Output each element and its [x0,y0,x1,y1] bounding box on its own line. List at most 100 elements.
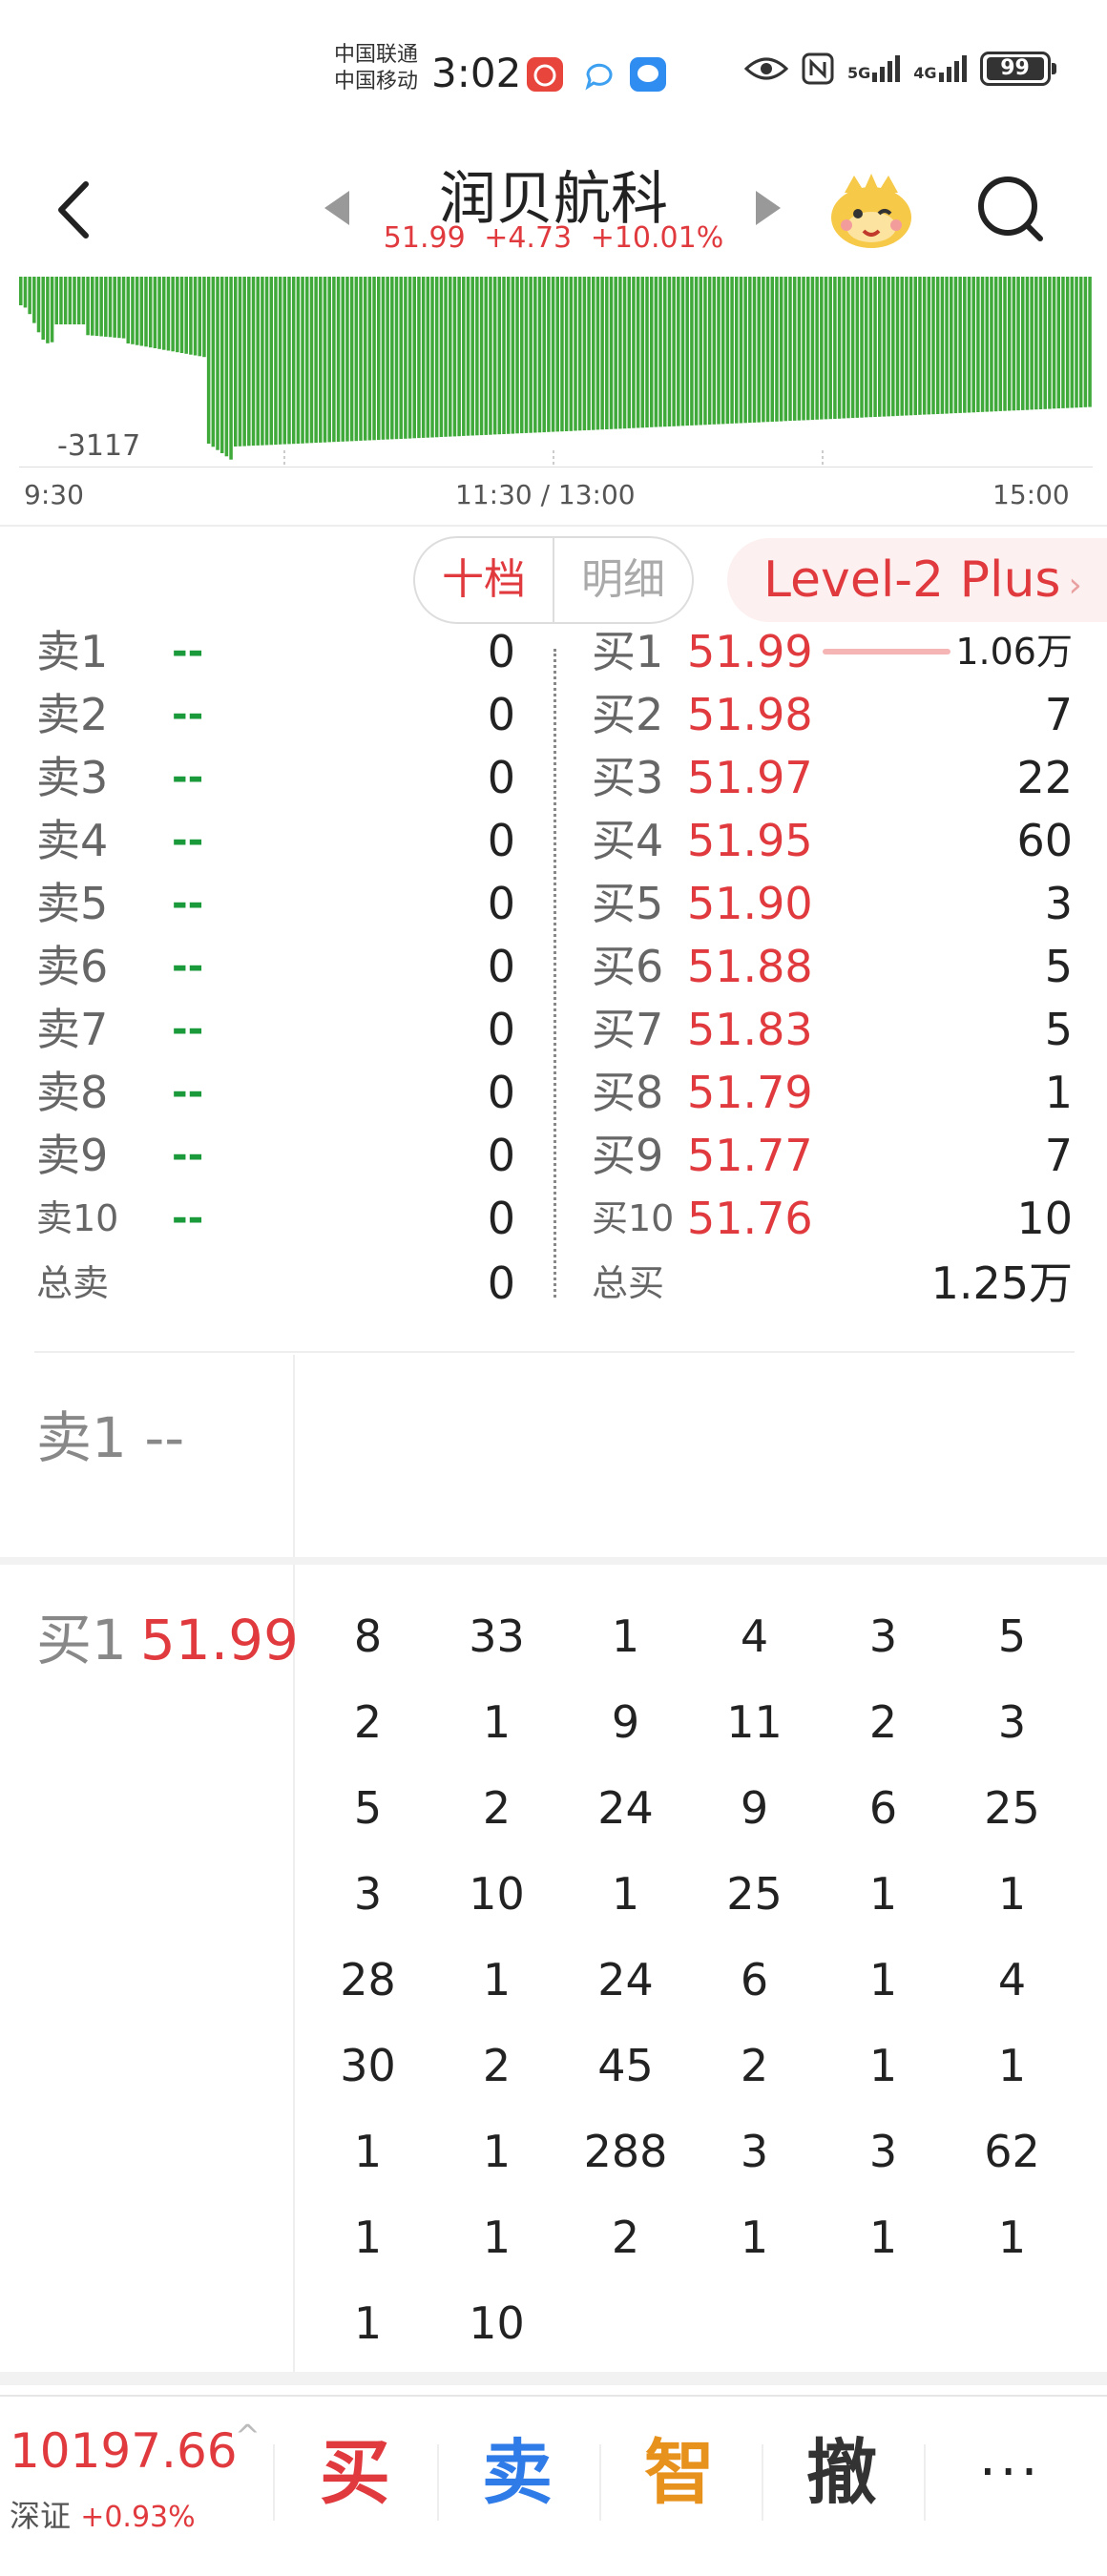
stock-header: 润贝航科 51.99 +4.73 +10.01% [0,143,1107,277]
sell-level-volume: 0 [487,689,515,740]
back-icon[interactable] [46,177,103,243]
flow-bar [319,277,323,443]
sell-level-volume: 0 [487,878,515,929]
flow-bar [1078,277,1083,408]
flow-bar [386,277,389,440]
flow-bar [792,277,797,421]
smart-order-button[interactable]: 智 [622,2425,737,2521]
mascot-icon[interactable] [825,170,917,252]
queue-order: 1 [868,1954,898,2005]
flow-bar [905,277,909,416]
flow-bar [945,277,949,414]
buy-level-label: 买2 [592,689,664,740]
flow-bar [649,277,654,427]
chevron-right-icon: › [1068,566,1082,605]
bar-separator [599,2444,601,2521]
flow-bar [918,277,922,415]
flow-bar [41,277,45,340]
flow-bar [131,277,135,344]
index-value[interactable]: 10197.66 [10,2423,238,2479]
carrier-1: 中国联通 [334,43,419,67]
queue-order: 1 [353,2126,383,2177]
flow-bar [802,277,805,421]
flow-bar [345,277,349,442]
flow-bar [139,277,144,346]
queue-order: 5 [997,1610,1027,1662]
flow-bar [309,277,314,444]
queue-order: 1 [611,1868,640,1920]
segment-control: 十档 明细 [413,536,694,624]
book-bottom-divider [34,1351,1075,1353]
queue-order: 45 [597,2040,654,2091]
flow-bar [470,277,474,436]
flow-bar [238,277,242,447]
flow-bar [421,277,426,438]
order-book-row: 卖2 -- 0 买2 51.98 7 [0,683,1107,746]
flow-bar [833,277,837,419]
flow-bar [153,277,157,348]
flow-bar [810,277,815,421]
flow-bar [783,277,788,422]
flow-bar [730,277,734,424]
flow-bar [63,277,68,324]
flow-bar [887,277,890,417]
flow-bar [417,277,421,439]
queue-order: 3 [997,1696,1027,1748]
order-flow-chart[interactable]: -3117 9:30 11:30 / 13:00 15:00 [0,277,1107,525]
sell-level-label: 卖10 [36,1197,119,1239]
sell-level-label: 卖5 [36,878,109,929]
flow-bar [502,277,506,434]
flow-bar [1043,277,1047,409]
flow-bar [1034,277,1038,410]
flow-bar [1030,277,1034,410]
more-icon[interactable]: ··· [979,2425,1041,2521]
bar-separator [273,2444,275,2521]
order-book-row: 卖5 -- 0 买5 51.90 3 [0,872,1107,935]
queue-order: 11 [726,1696,783,1748]
next-stock-icon[interactable] [756,191,781,225]
flow-bar [189,277,193,355]
flow-bar [412,277,417,439]
search-icon[interactable] [973,172,1050,248]
flow-bar [434,277,439,438]
buy-button[interactable]: 买 [298,2425,412,2521]
prev-stock-icon[interactable] [324,191,349,225]
order-queue: 卖1 -- 买1 51.99 8 33 1 4 3 5 2 1 9 11 2 3 5 2 24 9 6 25 3 10 1… [0,1355,1107,2385]
queue-order: 10 [469,1868,525,1920]
queue-order: 1 [353,2297,383,2349]
tab-ten-levels[interactable]: 十档 [415,538,554,622]
queue-separator [0,1557,1107,1565]
chevron-up-icon[interactable]: ^ [235,2418,261,2454]
flow-bar [475,277,479,436]
flow-bar [305,277,309,444]
flow-bar [457,277,461,437]
sell-level-label: 卖3 [36,752,109,803]
flow-bar [860,277,864,418]
flow-bar [632,277,636,428]
buy-level-price: 51.77 [687,1130,813,1181]
flow-bar [703,277,707,426]
cancel-order-button[interactable]: 撤 [784,2425,899,2521]
flow-bar [1065,277,1070,408]
flow-bar [963,277,967,413]
flow-bar [492,277,497,435]
sell-level-volume: 0 [487,1004,515,1055]
queue-order: 2 [740,2040,769,2091]
flow-bar [377,277,381,441]
buy-level-volume: 10 [1016,1193,1073,1244]
flow-bar [242,277,246,447]
queue-order: 1 [868,1868,898,1920]
battery-level: 99 [986,57,1044,80]
flow-bar [363,277,367,441]
buy-level-volume: 60 [1016,815,1073,866]
flow-bar [439,277,444,437]
flow-bar [76,277,81,324]
flow-bar [806,277,810,421]
sell-button[interactable]: 卖 [460,2425,574,2521]
queue-order: 1 [997,2212,1027,2263]
flow-bar [864,277,868,418]
level2-plus-button[interactable]: Level-2 Plus › [727,538,1107,622]
buy-level-label: 买1 [592,626,664,677]
tab-details[interactable]: 明细 [554,538,692,622]
sell-level-volume: 0 [487,1130,515,1181]
